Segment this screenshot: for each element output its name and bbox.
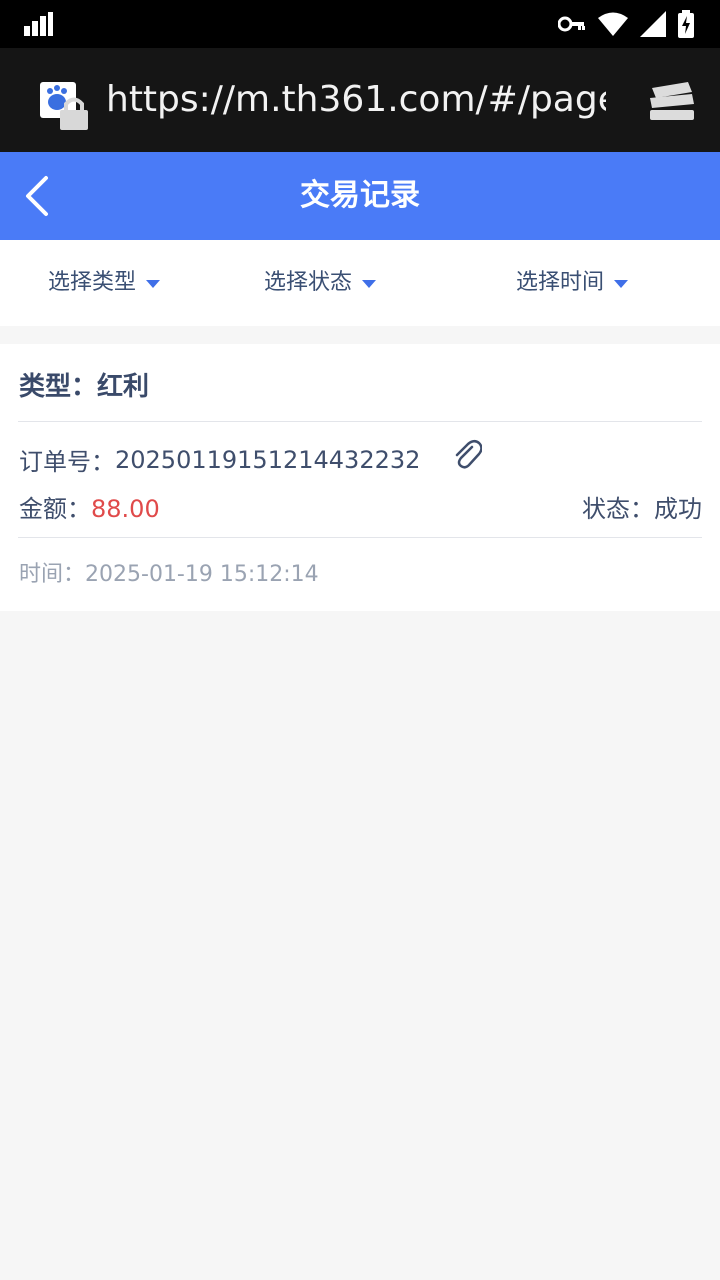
amount: 金额：88.00 [19,489,160,524]
caret-down-icon [146,280,161,288]
status-value: 成功 [654,495,702,523]
url-field[interactable]: https://m.th361.com/#/pages/ [106,76,606,124]
order-label: 订单号： [19,448,115,476]
page-title: 交易记录 [300,178,420,213]
filter-status-dropdown[interactable]: 选择状态 [264,240,377,326]
status: 状态：成功 [582,489,702,524]
filter-time-label: 选择时间 [516,270,605,295]
amount-label: 金额： [19,495,91,523]
header-bar: 交易记录 [0,152,720,240]
filter-type-dropdown[interactable]: 选择类型 [48,240,161,326]
status-bar [0,0,720,48]
amount-value: 88.00 [91,495,160,523]
vpn-key-icon [557,14,586,38]
type-label: 类型： [19,372,98,402]
filter-bar: 选择类型 选择状态 选择时间 [0,240,720,326]
transaction-card[interactable]: 类型：红利 订单号： 20250119151214432232 金额：88.00 … [0,344,720,611]
browser-address-bar: https://m.th361.com/#/pages/ [0,48,720,152]
order-number: 订单号： 20250119151214432232 [19,442,420,477]
wifi-icon [598,12,628,40]
time-label: 时间： [19,562,86,587]
tabs-stack-icon[interactable] [648,78,696,122]
record-type: 类型：红利 [19,366,149,403]
signal-icon [24,12,54,40]
cell-signal-icon [640,11,666,41]
divider [18,537,702,538]
time-value: 2025-01-19 15:12:14 [85,562,319,587]
copy-clip-icon[interactable] [452,438,483,472]
divider [18,421,702,422]
caret-down-icon [614,280,629,288]
status-label: 状态： [582,495,654,523]
back-arrow-icon[interactable] [22,174,54,218]
filter-time-dropdown[interactable]: 选择时间 [516,240,629,326]
battery-charging-icon [678,10,694,42]
filter-type-label: 选择类型 [48,270,137,295]
filter-status-label: 选择状态 [264,270,353,295]
order-value: 20250119151214432232 [115,445,421,474]
type-value: 红利 [97,372,150,402]
caret-down-icon [362,280,377,288]
site-lock-icon[interactable] [38,82,90,130]
record-time: 时间：2025-01-19 15:12:14 [19,556,319,588]
